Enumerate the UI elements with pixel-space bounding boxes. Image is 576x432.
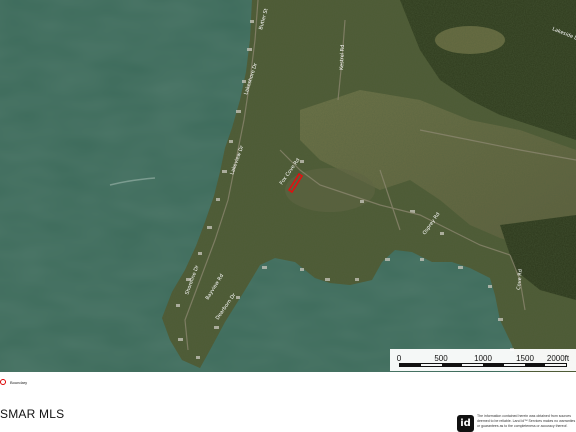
- scale-tick-label: 500: [434, 354, 448, 363]
- boundary-legend-icon: [0, 379, 6, 385]
- id-logo-icon: id: [457, 415, 474, 432]
- scale-bar-graphic: [399, 363, 567, 367]
- road-label: Kestrel Rd: [339, 45, 346, 71]
- scale-tick-label: 2000ft: [546, 354, 570, 363]
- disclaimer-text: The information contained herein was obt…: [477, 414, 576, 428]
- scale-tick-label: 1000: [474, 354, 492, 363]
- aerial-map[interactable]: Butler St Kestrel Rd Lakeshore Dr Fox Co…: [0, 0, 576, 372]
- map-legend: Boundary: [0, 376, 27, 388]
- scale-tick-label: 1500: [516, 354, 534, 363]
- scale-tick-label: 0: [396, 354, 402, 363]
- brand-label: SMAR MLS: [0, 407, 65, 421]
- scale-bar: 0 500 1000 1500 2000ft: [390, 349, 576, 371]
- satellite-image: Butler St Kestrel Rd Lakeshore Dr Fox Co…: [0, 0, 576, 372]
- legend-label: Boundary: [10, 379, 28, 385]
